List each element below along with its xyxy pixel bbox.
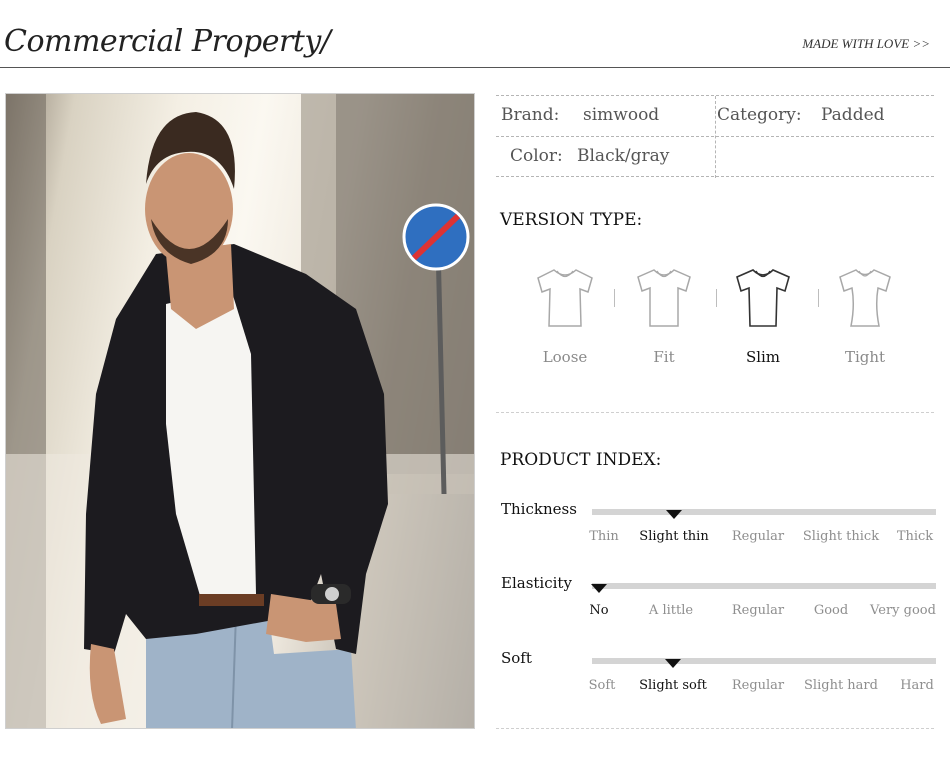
index-tick: Regular <box>731 603 785 618</box>
spec-divider <box>715 96 716 178</box>
index-marker <box>665 659 681 668</box>
version-option-fit[interactable]: Fit <box>624 266 704 376</box>
section-divider <box>496 728 934 729</box>
version-option-tight[interactable]: Tight <box>825 266 905 376</box>
version-separator <box>716 289 717 307</box>
version-separator <box>818 289 819 307</box>
color-value: Black/gray <box>577 146 670 166</box>
index-tick: Regular <box>731 529 785 544</box>
index-tick: Thin <box>589 529 619 544</box>
brand-value: simwood <box>583 105 660 125</box>
category-value: Padded <box>821 105 885 125</box>
version-label-loose: Loose <box>542 348 588 366</box>
index-tick: Very good <box>870 603 936 618</box>
color-label: Color: <box>510 146 563 166</box>
index-tick: Thick <box>896 529 934 544</box>
version-option-loose[interactable]: Loose <box>525 266 605 376</box>
version-label-fit: Fit <box>653 348 675 366</box>
tshirt-icon <box>839 269 891 327</box>
index-tick: Hard <box>900 678 934 693</box>
index-label-elasticity: Elasticity <box>501 574 572 592</box>
index-tick: Regular <box>731 678 785 693</box>
product-photo <box>5 93 475 729</box>
version-label-slim: Slim <box>745 348 781 366</box>
version-separator <box>614 289 615 307</box>
brand-label: Brand: <box>501 105 560 125</box>
index-marker <box>666 510 682 519</box>
version-type-title: VERSION TYPE: <box>500 210 643 230</box>
index-tick: Good <box>813 603 849 618</box>
index-tick: Slight thin <box>639 529 709 544</box>
index-tick: Soft <box>588 678 616 693</box>
index-marker <box>591 584 607 593</box>
index-track <box>592 658 936 664</box>
spec-table: Brand: simwood Category: Padded Color: B… <box>496 95 934 178</box>
index-track <box>592 509 936 515</box>
tshirt-icon <box>736 269 790 327</box>
model-illustration <box>6 94 474 728</box>
index-tick: A little <box>648 603 694 618</box>
version-label-tight: Tight <box>844 348 886 366</box>
version-option-slim[interactable]: Slim <box>723 266 803 376</box>
tshirt-icon <box>537 269 593 327</box>
index-tick: No <box>589 603 609 618</box>
product-index-title: PRODUCT INDEX: <box>500 450 662 470</box>
tagline-link[interactable]: MADE WITH LOVE >> <box>802 36 930 52</box>
index-tick: Slight thick <box>802 529 880 544</box>
page-header: Commercial Property/ MADE WITH LOVE >> <box>0 0 950 68</box>
index-tick: Slight soft <box>639 678 707 693</box>
page-title: Commercial Property/ <box>4 24 331 59</box>
index-label-soft: Soft <box>501 649 532 667</box>
index-tick: Slight hard <box>804 678 878 693</box>
index-track <box>592 583 936 589</box>
index-label-thickness: Thickness <box>501 500 577 518</box>
section-divider <box>496 412 934 413</box>
tshirt-icon <box>637 269 691 327</box>
category-label: Category: <box>717 105 802 125</box>
